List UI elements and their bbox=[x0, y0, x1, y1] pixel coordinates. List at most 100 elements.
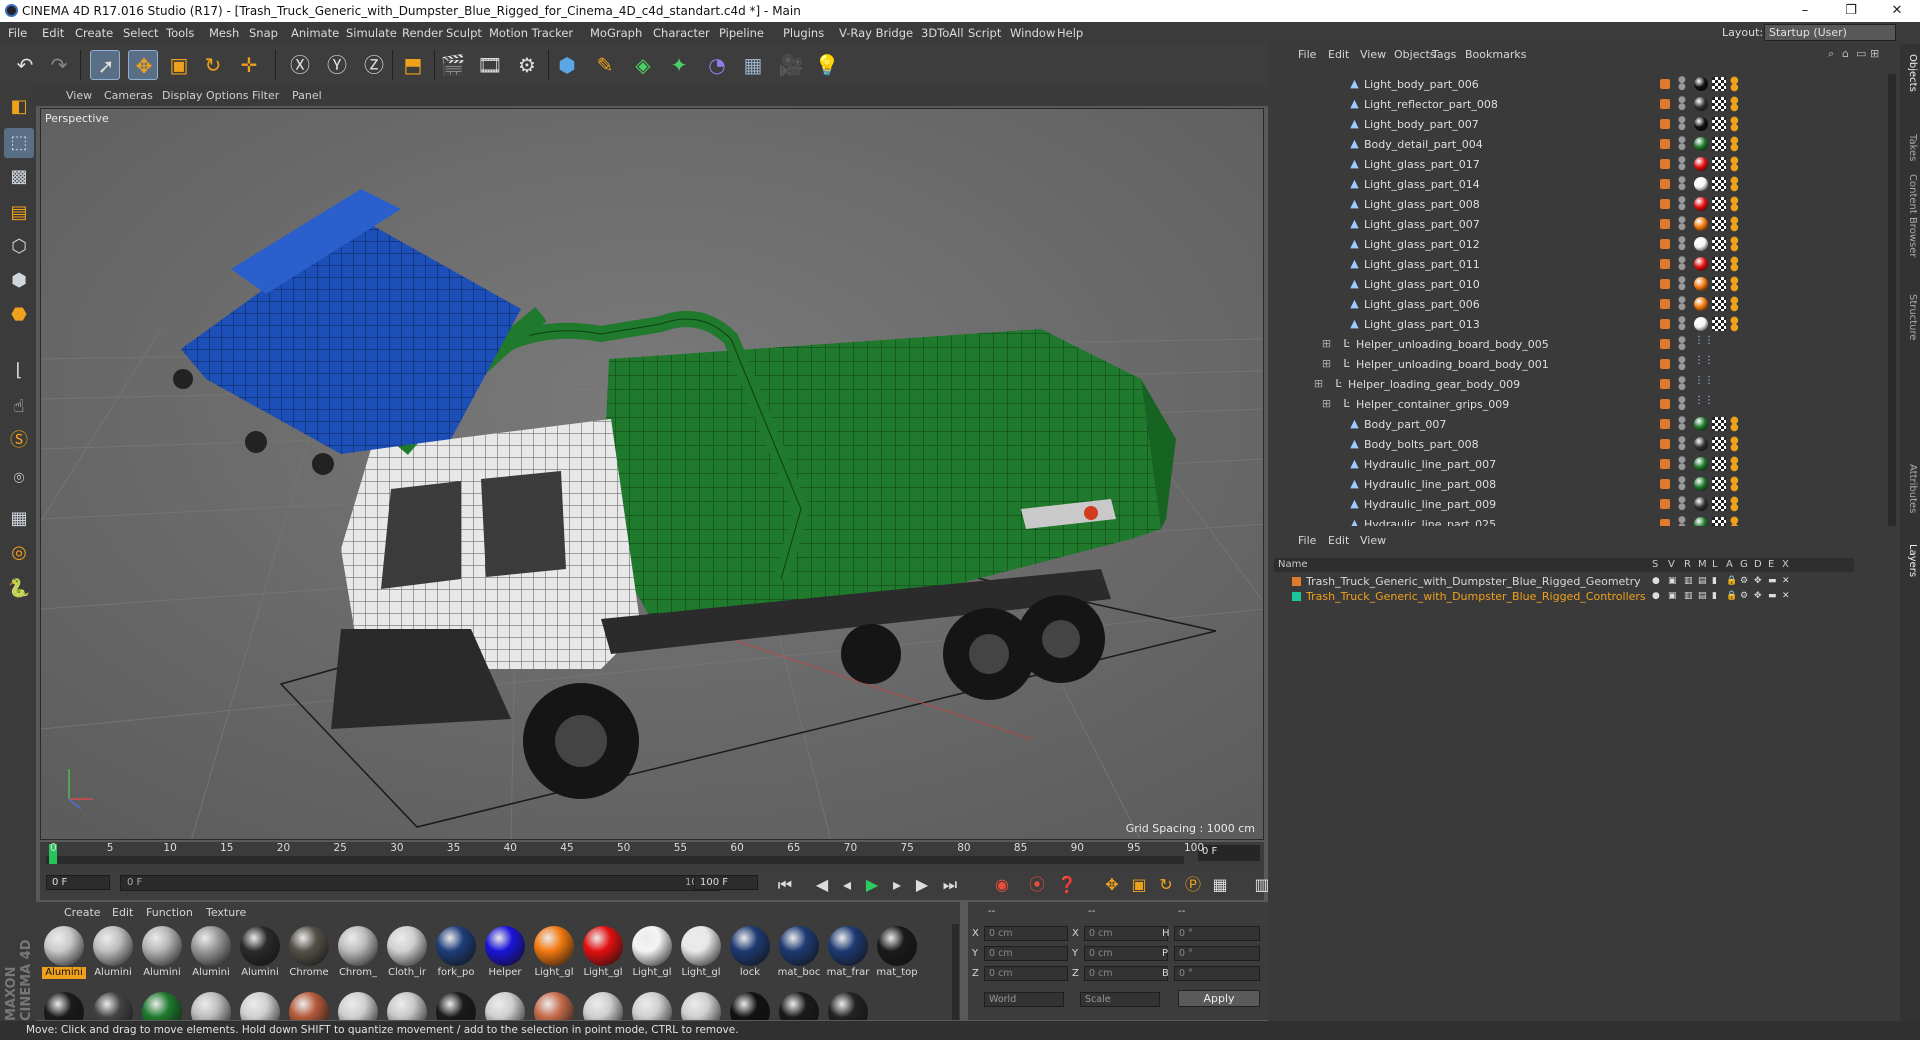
material-tag-icon[interactable] bbox=[1694, 277, 1708, 291]
move-button[interactable]: ✥ bbox=[128, 50, 158, 80]
object-row[interactable]: ▲ Hydraulic_line_part_025 ● ● ● ● bbox=[1268, 514, 1888, 526]
keyframe-selection-button[interactable]: ❓ bbox=[1055, 874, 1079, 896]
next-key-button[interactable]: ▶ bbox=[910, 874, 934, 896]
object-row[interactable]: ▲ Body_part_007 ● ● ● ● bbox=[1268, 414, 1888, 434]
visibility-dots-icon[interactable]: ● ● bbox=[1678, 476, 1686, 492]
constraint-tag-icon[interactable]: ⋮⋮ bbox=[1694, 356, 1714, 371]
spline-pen-button[interactable]: ✎ bbox=[590, 50, 620, 80]
expand-icon[interactable]: ⊞ bbox=[1320, 397, 1333, 410]
texture-tag-icon[interactable] bbox=[1712, 217, 1726, 231]
menu-character[interactable]: Character bbox=[653, 26, 710, 40]
3d-viewport[interactable]: Perspective Grid Spacing : 1000 cm bbox=[40, 108, 1264, 840]
prev-frame-button[interactable]: ◂ bbox=[835, 874, 859, 896]
viewport-menu-options[interactable]: Options bbox=[206, 89, 248, 102]
texture-tag-icon[interactable] bbox=[1712, 97, 1726, 111]
rotate-key-button[interactable]: ↻ bbox=[1154, 874, 1178, 896]
material-tag-icon[interactable] bbox=[1694, 257, 1708, 271]
coord-value-field[interactable]: 0 cm bbox=[984, 966, 1068, 981]
object-row[interactable]: ▲ Light_glass_part_017 ● ● ● ● bbox=[1268, 154, 1888, 174]
menu-plugins[interactable]: Plugins bbox=[783, 26, 824, 40]
material-swatch[interactable] bbox=[287, 990, 331, 1020]
material-swatch[interactable]: Helper bbox=[483, 924, 527, 980]
texture-tag-icon[interactable] bbox=[1712, 197, 1726, 211]
layer-menu-edit[interactable]: Edit bbox=[1328, 534, 1349, 547]
close-button[interactable]: ✕ bbox=[1874, 0, 1920, 22]
planar-workplane-icon[interactable]: ◎ bbox=[4, 538, 34, 568]
visibility-dots-icon[interactable]: ● ● bbox=[1678, 176, 1686, 192]
side-tab-layers[interactable]: Layers bbox=[1902, 544, 1918, 577]
material-swatch[interactable] bbox=[336, 990, 380, 1020]
coord-value-field[interactable]: 0 cm bbox=[1084, 966, 1168, 981]
material-swatch[interactable] bbox=[42, 990, 86, 1020]
nurbs-button[interactable]: ◈ bbox=[628, 50, 658, 80]
phong-tag-icon[interactable]: ● ● bbox=[1730, 116, 1742, 133]
object-row[interactable]: ⊞ Ŀ Helper_loading_gear_body_009 ● ● ⋮⋮ bbox=[1268, 374, 1888, 394]
material-tag-icon[interactable] bbox=[1694, 457, 1708, 471]
material-menu-function[interactable]: Function bbox=[146, 906, 193, 919]
phong-tag-icon[interactable]: ● ● bbox=[1730, 236, 1742, 253]
layer-flag-icon[interactable]: ▣ bbox=[1668, 591, 1678, 601]
layer-flag-icon[interactable]: ● bbox=[1652, 591, 1662, 601]
phong-tag-icon[interactable]: ● ● bbox=[1730, 216, 1742, 233]
phong-tag-icon[interactable]: ● ● bbox=[1730, 476, 1742, 493]
enable-axis-icon[interactable]: ⌊ bbox=[4, 356, 34, 386]
material-tag-icon[interactable] bbox=[1694, 157, 1708, 171]
goto-start-button[interactable]: ⏮ bbox=[773, 874, 797, 896]
range-slider[interactable]: 0 F 100 F bbox=[120, 875, 720, 891]
layer-flag-icon[interactable]: ✕ bbox=[1782, 576, 1792, 586]
search-icon[interactable]: ⌕ bbox=[1828, 47, 1834, 61]
phong-tag-icon[interactable]: ● ● bbox=[1730, 516, 1742, 527]
object-row[interactable]: ▲ Light_reflector_part_008 ● ● ● ● bbox=[1268, 94, 1888, 114]
points-mode-icon[interactable]: ⬡ bbox=[4, 232, 34, 262]
menu-snap[interactable]: Snap bbox=[249, 26, 278, 40]
layer-flag-icon[interactable]: ✥ bbox=[1754, 576, 1764, 586]
phong-tag-icon[interactable]: ● ● bbox=[1730, 456, 1742, 473]
material-swatch[interactable]: mat_top bbox=[875, 924, 919, 980]
menu-simulate[interactable]: Simulate bbox=[346, 26, 397, 40]
menu-motion-tracker[interactable]: Motion Tracker bbox=[489, 26, 573, 40]
menu-mesh[interactable]: Mesh bbox=[209, 26, 239, 40]
visibility-dots-icon[interactable]: ● ● bbox=[1678, 316, 1686, 332]
object-row[interactable]: ▲ Light_glass_part_014 ● ● ● ● bbox=[1268, 174, 1888, 194]
layer-flag-icon[interactable]: ✕ bbox=[1782, 591, 1792, 601]
material-swatch[interactable] bbox=[140, 990, 184, 1020]
layer-flag-icon[interactable]: 🔒 bbox=[1726, 576, 1737, 586]
layer-flag-icon[interactable]: ▮ bbox=[1712, 591, 1722, 601]
array-button[interactable]: ✦ bbox=[664, 50, 694, 80]
visibility-dots-icon[interactable]: ● ● bbox=[1678, 76, 1686, 92]
visibility-dots-icon[interactable]: ● ● bbox=[1678, 296, 1686, 312]
phong-tag-icon[interactable]: ● ● bbox=[1730, 256, 1742, 273]
render-picture-viewer-button[interactable]: 🎞 bbox=[475, 50, 505, 80]
material-swatch[interactable]: Chrom_ bbox=[336, 924, 380, 980]
layer-flag-icon[interactable]: ▤ bbox=[1698, 591, 1708, 601]
layer-flag-icon[interactable]: ▮ bbox=[1712, 576, 1722, 586]
visibility-dots-icon[interactable]: ● ● bbox=[1678, 136, 1686, 152]
material-tag-icon[interactable] bbox=[1694, 217, 1708, 231]
coordinate-system-button[interactable]: ⬒ bbox=[398, 50, 428, 80]
layer-row[interactable]: Trash_Truck_Generic_with_Dumpster_Blue_R… bbox=[1274, 589, 1854, 604]
material-swatch[interactable] bbox=[826, 990, 870, 1020]
visibility-dots-icon[interactable]: ● ● bbox=[1678, 396, 1686, 412]
redo-button[interactable]: ↷ bbox=[44, 50, 74, 80]
layer-flag-icon[interactable]: ● bbox=[1652, 576, 1662, 586]
snapping-icon[interactable]: Ⓢ bbox=[4, 426, 34, 456]
object-row[interactable]: ▲ Light_glass_part_008 ● ● ● ● bbox=[1268, 194, 1888, 214]
viewport-menu-panel[interactable]: Panel bbox=[292, 89, 322, 102]
material-swatch[interactable] bbox=[189, 990, 233, 1020]
material-tag-icon[interactable] bbox=[1694, 237, 1708, 251]
scale-dropdown[interactable]: Scale bbox=[1080, 992, 1160, 1007]
material-swatch[interactable]: Light_gl bbox=[630, 924, 674, 980]
next-frame-button[interactable]: ▸ bbox=[885, 874, 909, 896]
texture-tag-icon[interactable] bbox=[1712, 437, 1726, 451]
material-swatch[interactable]: Chrome bbox=[287, 924, 331, 980]
visibility-dots-icon[interactable]: ● ● bbox=[1678, 516, 1686, 527]
layer-row[interactable]: Trash_Truck_Generic_with_Dumpster_Blue_R… bbox=[1274, 574, 1854, 589]
object-row[interactable]: ▲ Light_glass_part_013 ● ● ● ● bbox=[1268, 314, 1888, 334]
workplane-icon[interactable]: ▤ bbox=[4, 198, 34, 228]
material-swatch[interactable]: mat_boc bbox=[777, 924, 821, 980]
python-icon[interactable]: 🐍 bbox=[4, 574, 34, 604]
home-icon[interactable]: ⌂ bbox=[1842, 47, 1849, 60]
layer-flag-icon[interactable]: ▥ bbox=[1684, 576, 1694, 586]
texture-tag-icon[interactable] bbox=[1712, 117, 1726, 131]
viewport-menu-display[interactable]: Display bbox=[162, 89, 203, 102]
